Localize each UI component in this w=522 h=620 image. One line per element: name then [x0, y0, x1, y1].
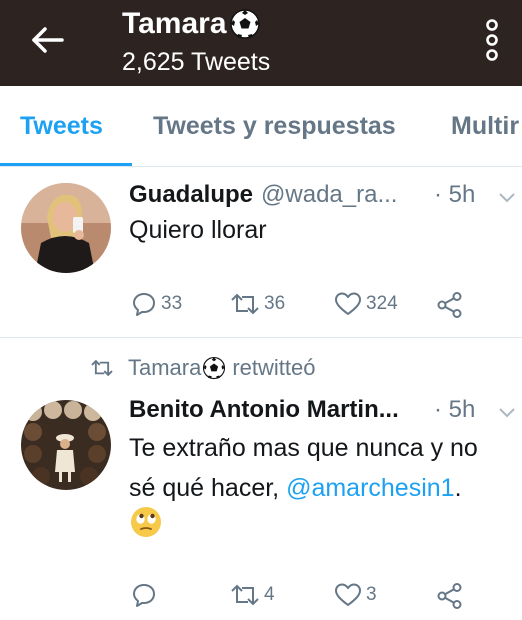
retweet-label: retwitteó	[232, 355, 316, 380]
share-icon	[437, 583, 462, 609]
rolling-eyes-emoji-icon	[131, 507, 161, 537]
tweet-text-fragment: sé qué hacer,	[129, 474, 287, 502]
mention-link[interactable]: @amarchesin1	[286, 474, 455, 502]
author-handle[interactable]: @wada_ra...	[261, 181, 397, 209]
tweet-text: Quiero llorar	[129, 216, 267, 244]
share-button[interactable]	[436, 291, 464, 319]
like-count: 324	[366, 293, 398, 314]
retweet-icon	[231, 584, 259, 606]
reply-button[interactable]	[131, 582, 161, 608]
retweet-button[interactable]: 36	[230, 291, 285, 317]
reply-icon	[133, 584, 155, 607]
like-button[interactable]: 324	[334, 291, 398, 317]
soccer-ball-icon	[203, 356, 226, 380]
tweet-count: 2,625 Tweets	[122, 48, 271, 76]
reply-button[interactable]: 33	[131, 291, 182, 317]
retweet-button[interactable]: 4	[230, 582, 275, 608]
tweet-text: Te extraño mas que nunca y no sé qué hac…	[129, 428, 478, 508]
retweet-icon	[231, 293, 259, 315]
kebab-menu-icon[interactable]	[482, 18, 502, 62]
tweet-author: Guadalupe @wada_ra...	[129, 181, 397, 209]
profile-title: Tamara	[122, 4, 261, 44]
share-icon	[437, 292, 462, 318]
chevron-down-icon[interactable]	[498, 407, 516, 419]
reply-icon	[133, 293, 155, 316]
profile-name: Tamara	[122, 7, 227, 40]
retweet-count: 4	[264, 584, 275, 605]
author-name[interactable]: Benito Antonio Martin...	[129, 396, 399, 424]
like-icon	[335, 292, 361, 315]
tweet-text-line: sé qué hacer, @amarchesin1.	[129, 468, 478, 508]
tweet-author: Benito Antonio Martin...	[129, 396, 399, 424]
author-name[interactable]: Guadalupe	[129, 181, 253, 209]
like-icon	[335, 583, 361, 606]
tweet[interactable]: Tamara retwitteó Benito Antonio Martin..…	[0, 338, 522, 620]
tweet-time: · 5h	[434, 181, 476, 208]
chevron-down-icon[interactable]	[498, 192, 516, 204]
reply-count: 33	[161, 293, 183, 314]
retweeter-name[interactable]: Tamara	[128, 355, 201, 381]
tweet-text-line: Te extraño mas que nunca y no	[129, 434, 478, 462]
avatar-photo	[21, 183, 111, 273]
tweet-text-fragment: .	[454, 474, 462, 502]
tab-tweets-and-replies[interactable]: Tweets y respuestas	[153, 112, 396, 141]
avatar-photo	[21, 400, 111, 490]
avatar[interactable]	[21, 183, 111, 273]
avatar[interactable]	[21, 400, 111, 490]
tweet-time: · 5h	[434, 396, 476, 423]
retweet-icon	[91, 359, 113, 377]
back-arrow-icon[interactable]	[28, 22, 68, 58]
like-button[interactable]: 3	[334, 582, 377, 608]
profile-tabs: Tweets Tweets y respuestas Multir	[0, 86, 522, 167]
like-count: 3	[366, 584, 377, 605]
tweet[interactable]: Guadalupe @wada_ra... · 5h Quiero llorar…	[0, 167, 522, 338]
soccer-ball-icon	[229, 9, 260, 39]
tab-tweets[interactable]: Tweets	[20, 112, 103, 141]
retweet-context: Tamara retwitteó	[90, 355, 316, 381]
share-button[interactable]	[436, 582, 464, 610]
tab-multimedia[interactable]: Multir	[451, 112, 519, 141]
profile-header: Tamara 2,625 Tweets	[0, 0, 522, 86]
retweet-count: 36	[264, 293, 286, 314]
